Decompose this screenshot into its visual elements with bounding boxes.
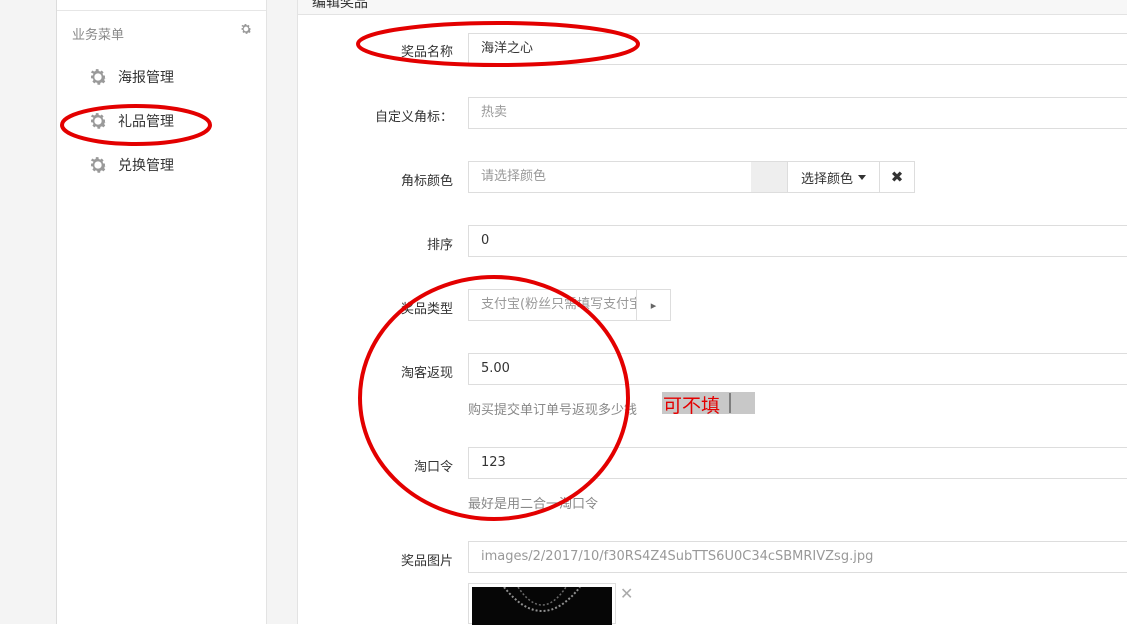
prize-image-path-input[interactable]: images/2/2017/10/f30RS4Z4SubTTS6U0C34cSB… — [468, 541, 1127, 573]
tag-color-input[interactable]: 请选择颜色 — [468, 161, 752, 193]
tag-color-label: 角标颜色 — [400, 174, 453, 189]
prize-type-label: 奖品类型 — [400, 302, 453, 317]
clear-color-button[interactable]: ✖ — [879, 161, 915, 193]
choose-color-label: 选择颜色 — [800, 171, 853, 187]
annotation-note: 可不填 — [663, 395, 721, 417]
prize-type-select[interactable]: 支付宝(粉丝只需填写支付宝) — [468, 289, 637, 321]
dropdown-arrow-icon[interactable]: ▸ — [636, 289, 671, 321]
necklace-image — [503, 587, 581, 612]
sidebar-title: 业务菜单 — [72, 28, 125, 43]
sidebar-top-divider — [57, 0, 266, 11]
sidebar-item-label: 礼品管理 — [118, 114, 174, 130]
custom-tag-label: 自定义角标： — [374, 110, 453, 125]
color-swatch — [751, 161, 787, 193]
sidebar-item-gift[interactable]: 礼品管理 — [87, 109, 174, 133]
panel-title: 编辑奖品 — [312, 0, 368, 11]
panel-header: 编辑奖品 — [298, 0, 1127, 15]
sidebar-item-poster[interactable]: 海报管理 — [87, 65, 174, 89]
gear-icon[interactable] — [239, 22, 253, 36]
content-gutter — [267, 0, 297, 624]
gear-icon — [90, 113, 107, 129]
sidebar-item-label: 兑换管理 — [118, 158, 174, 174]
prize-name-input[interactable]: 海洋之心 — [468, 33, 1127, 65]
sidebar-item-exchange[interactable]: 兑换管理 — [87, 153, 174, 177]
taoke-cashback-label: 淘客返现 — [400, 366, 453, 381]
sidebar: 业务菜单 海报管理 礼品管理 兑换管理 — [57, 0, 267, 624]
close-icon: ✖ — [890, 168, 904, 186]
main-panel: 编辑奖品 奖品名称 海洋之心 自定义角标： 热卖 角标颜色 请选择颜色 选择颜色… — [297, 0, 1127, 625]
prize-image-thumbnail[interactable] — [468, 583, 616, 625]
custom-tag-input[interactable]: 热卖 — [468, 97, 1127, 129]
caret-down-icon — [858, 174, 866, 180]
prize-image-label: 奖品图片 — [400, 554, 453, 569]
gear-icon — [90, 69, 107, 85]
prize-name-label: 奖品名称 — [400, 45, 453, 60]
taoke-cashback-help: 购买提交单订单号返现多少钱 — [468, 403, 638, 418]
tao-password-input[interactable]: 123 — [468, 447, 1127, 479]
remove-image-icon[interactable]: ✕ — [620, 584, 633, 603]
sort-input[interactable]: 0 — [468, 225, 1127, 257]
gear-icon — [90, 157, 107, 173]
tao-password-label: 淘口令 — [413, 460, 453, 475]
sort-label: 排序 — [426, 238, 453, 253]
thumbnail-image — [472, 587, 612, 625]
tao-password-help: 最好是用二合一淘口令 — [468, 497, 599, 512]
choose-color-button[interactable]: 选择颜色 — [787, 161, 880, 193]
left-nav-strip — [0, 0, 57, 624]
taoke-cashback-input[interactable]: 5.00 — [468, 353, 1127, 385]
sidebar-item-label: 海报管理 — [118, 70, 174, 86]
